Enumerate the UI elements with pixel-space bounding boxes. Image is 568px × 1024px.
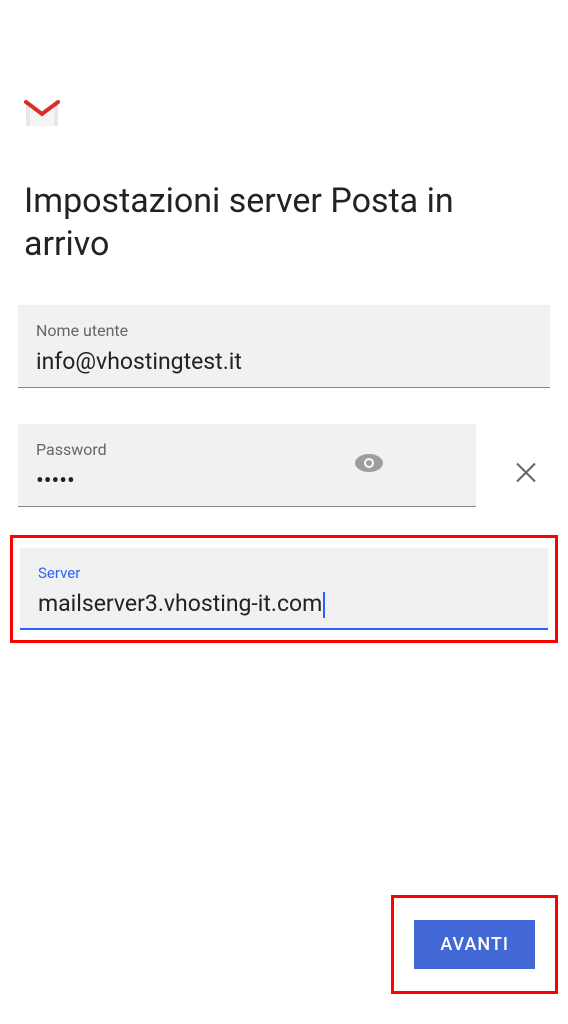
server-field-group[interactable]: Server mailserver3.vhosting-it.com	[20, 548, 548, 630]
username-input[interactable]	[36, 348, 532, 375]
server-input[interactable]: mailserver3.vhosting-it.com	[38, 590, 322, 617]
close-icon[interactable]	[514, 459, 538, 492]
password-input[interactable]: •••••	[36, 467, 458, 494]
text-cursor	[323, 592, 325, 618]
next-button-highlight-annotation: AVANTI	[391, 895, 558, 994]
server-highlight-annotation: Server mailserver3.vhosting-it.com	[10, 535, 558, 643]
password-field-group[interactable]: Password •••••	[18, 424, 476, 507]
show-password-icon[interactable]	[354, 453, 384, 477]
password-label: Password	[36, 440, 458, 459]
gmail-icon	[24, 100, 558, 132]
page-title: Impostazioni server Posta in arrivo	[24, 180, 544, 265]
server-label: Server	[38, 564, 530, 582]
username-label: Nome utente	[36, 321, 532, 340]
username-field-group[interactable]: Nome utente	[18, 305, 550, 388]
next-button[interactable]: AVANTI	[414, 920, 535, 969]
